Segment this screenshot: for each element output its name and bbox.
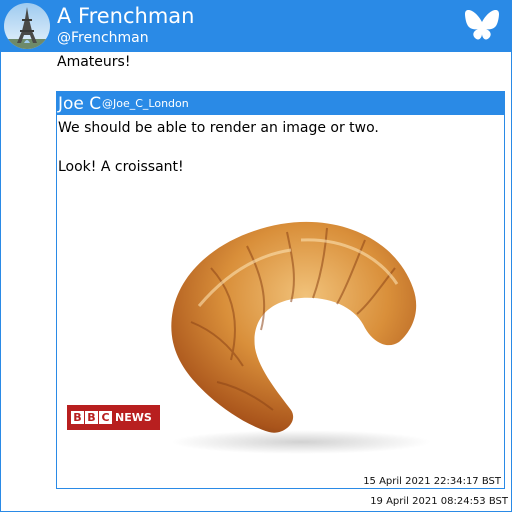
quoted-post-timestamp[interactable]: 15 April 2021 22:34:17 BST bbox=[363, 476, 501, 488]
post-text: Amateurs! bbox=[57, 54, 131, 70]
quoted-author-name[interactable]: Joe C bbox=[58, 93, 101, 115]
bbc-news-badge: B B C NEWS bbox=[67, 405, 160, 430]
author-handle[interactable]: @Frenchman bbox=[57, 29, 149, 47]
bbc-news-label: NEWS bbox=[115, 411, 152, 424]
quoted-post-text-line-1: We should be able to render an image or … bbox=[58, 120, 379, 136]
bbc-letter-2: B bbox=[85, 411, 98, 424]
bbc-letter-1: B bbox=[71, 411, 84, 424]
croissant-image[interactable] bbox=[151, 210, 451, 456]
author-display-name[interactable]: A Frenchman bbox=[57, 3, 194, 29]
bluesky-butterfly-icon[interactable] bbox=[464, 9, 500, 41]
quoted-post-header: Joe C @Joe_C_London bbox=[57, 92, 504, 115]
post-timestamp[interactable]: 19 April 2021 08:24:53 BST bbox=[370, 496, 508, 508]
bbc-letter-3: C bbox=[99, 411, 112, 424]
quoted-post-text-line-2: Look! A croissant! bbox=[58, 159, 184, 175]
post-header: A Frenchman @Frenchman bbox=[0, 0, 512, 52]
quoted-post[interactable]: Joe C @Joe_C_London We should be able to… bbox=[56, 91, 505, 489]
eiffel-tower-icon bbox=[4, 3, 50, 49]
quoted-author-handle[interactable]: @Joe_C_London bbox=[102, 96, 189, 112]
author-avatar[interactable] bbox=[4, 3, 50, 49]
